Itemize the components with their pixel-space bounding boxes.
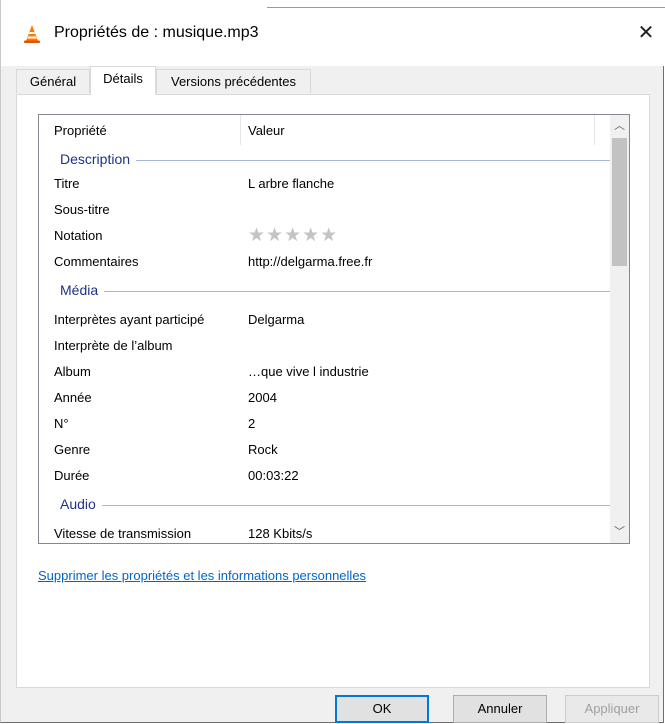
title-bar-edge [267, 7, 665, 8]
property-name: Vitesse de transmission [54, 526, 192, 541]
tab-general[interactable]: Général [16, 69, 90, 93]
list-item[interactable]: N° 2 [39, 411, 610, 437]
group-media[interactable]: Média [39, 279, 610, 303]
group-audio[interactable]: Audio [39, 493, 610, 517]
property-value: 00:03:22 [248, 468, 299, 483]
property-name: Année [54, 390, 92, 405]
property-value: 128 Kbits/s [248, 526, 313, 541]
list-header: Propriété Valeur [39, 115, 610, 145]
vlc-cone-icon [24, 25, 40, 43]
tab-details[interactable]: Détails [90, 66, 156, 95]
group-title: Audio [60, 496, 102, 512]
rating-stars-icon[interactable]: ★★★★★ [248, 224, 338, 247]
title-bar: Propriétés de : musique.mp3 ✕ [1, 0, 665, 66]
scroll-up-icon[interactable]: ︿ [610, 115, 629, 137]
list-item[interactable]: Album …que vive l industrie [39, 359, 610, 385]
group-title: Description [60, 151, 137, 167]
group-description[interactable]: Description [39, 148, 610, 172]
list-item[interactable]: Notation ★★★★★ [39, 223, 610, 249]
list-item[interactable]: Année 2004 [39, 385, 610, 411]
property-name: Titre [54, 176, 80, 191]
property-value: …que vive l industrie [248, 364, 369, 379]
property-name: N° [54, 416, 69, 431]
tab-previous-versions[interactable]: Versions précédentes [156, 69, 311, 93]
list-item[interactable]: Titre L arbre flanche [39, 171, 610, 197]
group-rule [60, 505, 610, 506]
property-value: http://delgarma.free.fr [248, 254, 373, 269]
property-name: Sous-titre [54, 202, 110, 217]
property-value: Rock [248, 442, 278, 457]
list-item[interactable]: Interprètes ayant participé Delgarma [39, 307, 610, 333]
list-item[interactable]: Durée 00:03:22 [39, 463, 610, 489]
property-value: 2 [248, 416, 256, 431]
list-item[interactable]: Genre Rock [39, 437, 610, 463]
scroll-down-icon[interactable]: ﹀ [610, 521, 629, 543]
list-item[interactable]: Commentaires http://delgarma.free.fr [39, 249, 610, 275]
vertical-scrollbar[interactable]: ︿ ﹀ [610, 115, 629, 543]
properties-list[interactable]: Propriété Valeur Description Titre L arb… [38, 114, 630, 544]
property-name: Genre [54, 442, 91, 457]
header-value[interactable]: Valeur [248, 123, 285, 138]
property-name: Notation [54, 228, 103, 243]
list-item[interactable]: Interprète de l’album [39, 333, 610, 359]
ok-button[interactable]: OK [335, 695, 429, 723]
window-title: Propriétés de : musique.mp3 [54, 24, 259, 41]
property-name: Album [54, 364, 91, 379]
property-value: L arbre flanche [248, 176, 335, 191]
property-name: Commentaires [54, 254, 139, 269]
group-rule [60, 291, 610, 292]
group-title: Média [60, 282, 105, 298]
column-divider[interactable] [594, 115, 595, 145]
properties-dialog: Propriétés de : musique.mp3 ✕ Général Dé… [0, 0, 665, 723]
property-name: Durée [54, 468, 90, 483]
column-divider[interactable] [240, 115, 241, 145]
list-item[interactable]: Sous-titre [39, 197, 610, 223]
close-button[interactable]: ✕ [631, 18, 661, 48]
cancel-button[interactable]: Annuler [453, 695, 547, 723]
group-rule [60, 160, 610, 161]
property-value: Delgarma [248, 312, 305, 327]
property-value: 2004 [248, 390, 277, 405]
scroll-thumb[interactable] [612, 138, 627, 266]
list-item[interactable]: Vitesse de transmission 128 Kbits/s [39, 521, 610, 543]
header-property[interactable]: Propriété [54, 123, 107, 138]
property-name: Interprète de l’album [54, 338, 173, 353]
details-panel: Propriété Valeur Description Titre L arb… [16, 94, 650, 688]
remove-properties-link[interactable]: Supprimer les propriétés et les informat… [38, 568, 366, 583]
apply-button[interactable]: Appliquer [565, 695, 659, 723]
property-name: Interprètes ayant participé [54, 312, 205, 327]
tab-strip: Général Détails Versions précédentes [16, 66, 650, 95]
